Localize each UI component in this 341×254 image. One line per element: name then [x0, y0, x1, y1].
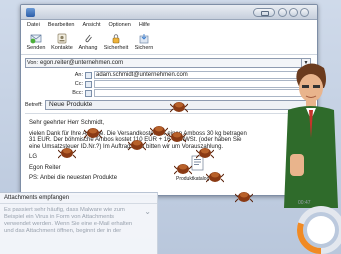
security-icon	[110, 32, 123, 44]
timer-ring: 00:47	[295, 200, 341, 254]
malware-bug-icon[interactable]	[83, 126, 103, 140]
from-label: Von:	[26, 60, 38, 66]
cc-row: Cc:	[71, 80, 311, 88]
maximize-button[interactable]	[289, 8, 298, 17]
contacts-label: Kontakte	[51, 45, 73, 51]
cc-address-book-icon[interactable]	[85, 80, 92, 88]
bcc-row: Bcc:	[71, 89, 311, 97]
to-label: An:	[74, 72, 83, 78]
app-icon	[26, 8, 35, 17]
security-label: Sicherheit	[103, 45, 129, 51]
body-greeting: Sehr geehrter Herr Schmidt,	[29, 120, 105, 126]
to-address-book-icon[interactable]	[85, 71, 92, 79]
send-button[interactable]: Senden	[23, 31, 49, 54]
title-bar	[21, 5, 317, 20]
info-text: Es passiert sehr häufig, dass Malware wi…	[4, 207, 133, 234]
malware-bug-icon[interactable]	[195, 146, 215, 160]
cc-label: Cc:	[74, 81, 83, 87]
to-input[interactable]: adam.schmidt@unternehmen.com	[94, 71, 311, 79]
send-icon	[30, 32, 43, 44]
close-button[interactable]	[300, 8, 309, 17]
save-icon	[138, 32, 151, 44]
menu-bar: Datei Bearbeiten Ansicht Optionen Hilfe	[21, 21, 317, 30]
bcc-address-book-icon[interactable]	[85, 89, 92, 97]
security-button[interactable]: Sicherheit	[101, 31, 131, 54]
guide-character	[280, 58, 340, 208]
bcc-label: Bcc:	[72, 90, 83, 96]
subject-label: Betreff:	[25, 102, 43, 108]
malware-bug-icon[interactable]	[167, 130, 187, 144]
mail-window: Datei Bearbeiten Ansicht Optionen Hilfe …	[20, 4, 318, 196]
attachment-button[interactable]: Anhang	[75, 31, 101, 54]
to-row: An: adam.schmidt@unternehmen.com	[71, 71, 311, 79]
info-panel: Attachments empfangen Es passiert sehr h…	[0, 192, 158, 254]
malware-bug-icon[interactable]	[205, 170, 225, 184]
contacts-icon	[56, 32, 69, 44]
menu-hilfe[interactable]: Hilfe	[139, 21, 150, 30]
body-ps: PS: Anbei die neuesten Produkte	[29, 175, 118, 181]
toolbar: Senden Kontakte Anhang Sicherheit Sicher…	[21, 31, 317, 55]
attachment-label: Anhang	[78, 45, 98, 51]
save-button[interactable]: Sichern	[131, 31, 157, 54]
menu-ansicht[interactable]: Ansicht	[82, 21, 100, 30]
subject-row: Betreff: Neue Produkte	[25, 100, 311, 110]
from-value: egon.reiter@unternehmen.com	[40, 60, 124, 66]
menu-datei[interactable]: Datei	[27, 21, 40, 30]
save-label: Sichern	[134, 45, 154, 51]
minimize-button[interactable]	[278, 8, 287, 17]
cc-input[interactable]	[94, 80, 311, 88]
malware-bug-icon[interactable]	[57, 146, 77, 160]
malware-bug-icon[interactable]	[169, 100, 189, 114]
menu-optionen[interactable]: Optionen	[109, 21, 131, 30]
chevron-down-icon[interactable]: ⌄	[144, 207, 151, 216]
send-label: Senden	[26, 45, 46, 51]
body-signature: Egon Reiter	[29, 164, 61, 171]
malware-bug-icon[interactable]	[127, 138, 147, 152]
from-field[interactable]: Von: egon.reiter@unternehmen.com ▼	[25, 58, 311, 68]
attachment-caption: Produktkatalog	[176, 176, 210, 182]
bcc-input[interactable]	[94, 89, 311, 97]
window-mode-button[interactable]	[253, 8, 275, 17]
attachment-icon	[82, 32, 95, 44]
contacts-button[interactable]: Kontakte	[49, 31, 75, 54]
info-title: Attachments empfangen	[0, 193, 157, 204]
malware-bug-icon[interactable]	[149, 124, 169, 138]
menu-bearbeiten[interactable]: Bearbeiten	[48, 21, 75, 30]
malware-bug-icon[interactable]	[173, 162, 193, 176]
timer-label: 00:47	[298, 200, 311, 206]
malware-bug-icon[interactable]	[234, 190, 254, 204]
